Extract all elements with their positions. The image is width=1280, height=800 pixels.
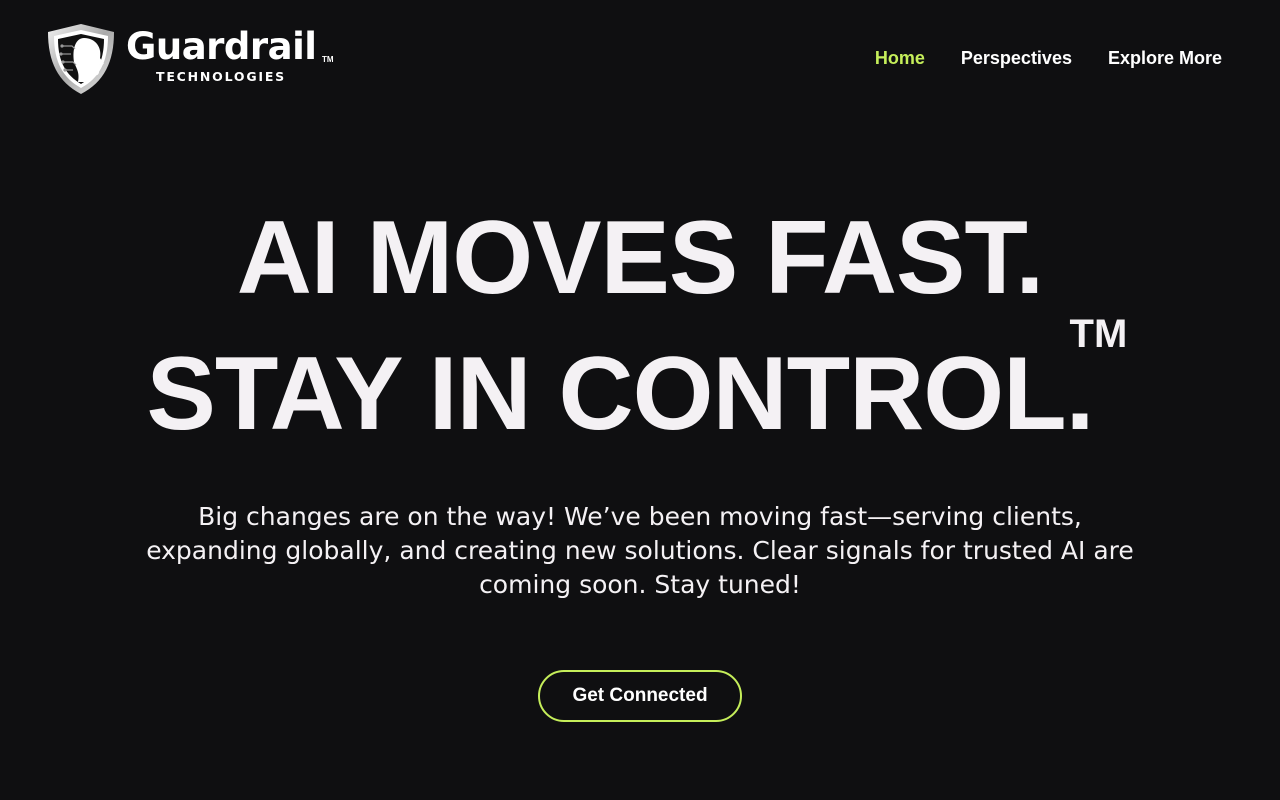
brand-tm: TM — [322, 55, 334, 64]
get-connected-button[interactable]: Get Connected — [538, 670, 742, 722]
nav-item-explore-more[interactable]: Explore More — [1108, 47, 1222, 69]
hero-headline-line-2-wrap: STAY IN CONTROL. TM — [146, 314, 1127, 462]
brand-subtitle: TECHNOLOGIES — [156, 69, 286, 84]
hero-trademark: TM — [1069, 312, 1128, 356]
hero-headline: AI MOVES FAST. STAY IN CONTROL. TM — [0, 190, 1280, 462]
nav-item-perspectives[interactable]: Perspectives — [961, 47, 1072, 69]
brand-wordmark: Guardrail TM TECHNOLOGIES — [126, 26, 336, 90]
hero-headline-line-2: STAY IN CONTROL. — [146, 336, 1094, 452]
site-header: Guardrail TM TECHNOLOGIES Home Perspecti… — [0, 0, 1280, 118]
nav-item-home[interactable]: Home — [875, 47, 925, 69]
hero-headline-line-1: AI MOVES FAST. — [236, 200, 1045, 316]
brand-logo-link[interactable]: Guardrail TM TECHNOLOGIES — [44, 22, 336, 96]
brand-name: Guardrail — [126, 25, 317, 68]
main-nav: Home Perspectives Explore More — [839, 47, 1222, 69]
hero-description: Big changes are on the way! We’ve been m… — [146, 502, 1134, 599]
page: Guardrail TM TECHNOLOGIES Home Perspecti… — [0, 0, 1280, 800]
shield-head-icon — [48, 24, 114, 94]
